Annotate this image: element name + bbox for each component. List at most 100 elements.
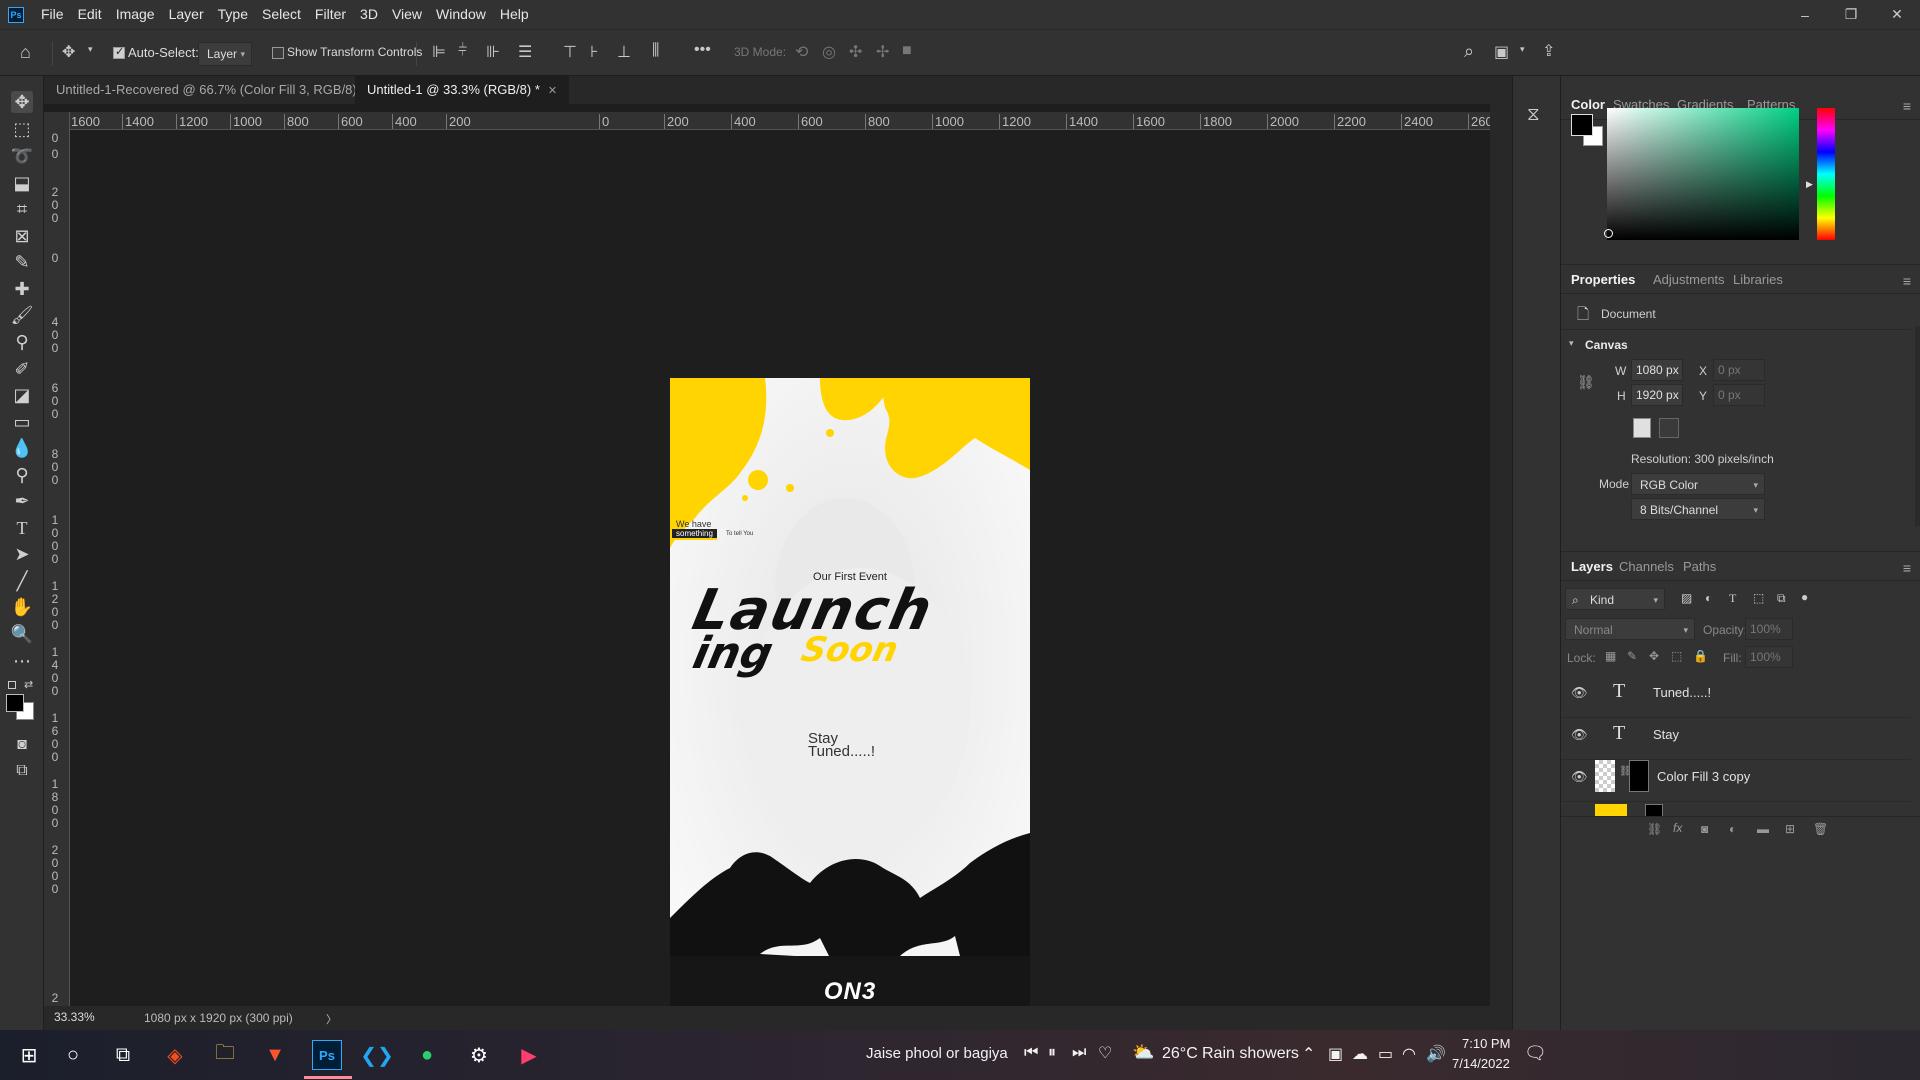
object-select-tool-icon[interactable]: ⬓ [11, 172, 33, 194]
properties-scrollbar[interactable] [1915, 326, 1920, 526]
link-icon[interactable]: ⛓ [1577, 374, 1595, 391]
windows-start-icon[interactable]: ⊞ [14, 1040, 44, 1070]
lock-transparent-icon[interactable]: ▦ [1605, 649, 1616, 663]
menu-help[interactable]: Help [493, 0, 536, 29]
delete-layer-icon[interactable]: 🗑 [1813, 822, 1828, 836]
add-mask-icon[interactable]: ◙ [1701, 822, 1708, 836]
menu-view[interactable]: View [385, 0, 429, 29]
align-middle-icon[interactable]: ⊦ [590, 42, 598, 62]
tab-paths[interactable]: Paths [1683, 552, 1716, 582]
blend-mode-dropdown[interactable]: Normal ▾ [1565, 618, 1695, 640]
menu-filter[interactable]: Filter [308, 0, 353, 29]
status-menu-arrow[interactable]: 〉 [326, 1011, 337, 1027]
quick-mask-icon[interactable]: ◙ [11, 734, 33, 756]
chevron-down-icon[interactable]: ▾ [1569, 338, 1574, 349]
distribute-icon[interactable]: ☰ [518, 42, 532, 62]
menu-file[interactable]: File [34, 0, 71, 29]
panel-menu-icon[interactable]: ≡ [1903, 560, 1911, 576]
more-tools-icon[interactable]: ⋯ [11, 650, 33, 672]
link-layers-icon[interactable]: ⛓ [1647, 822, 1662, 836]
settings-gear-icon[interactable]: ⚙ [464, 1040, 494, 1070]
frame-tool-icon[interactable]: ⊠ [11, 225, 33, 247]
heart-icon[interactable]: ♡ [1098, 1043, 1112, 1063]
zoom-level[interactable]: 33.33% [54, 1010, 95, 1024]
menu-edit[interactable]: Edit [71, 0, 109, 29]
align-center-icon[interactable]: ⫩ [458, 42, 467, 60]
pause-icon[interactable]: ⏸ [1048, 1044, 1056, 1062]
fill-field[interactable]: 100% [1745, 646, 1793, 668]
width-field[interactable]: 1080 px [1631, 359, 1683, 381]
3d-pan-icon[interactable]: ✣ [849, 42, 862, 62]
tab-libraries[interactable]: Libraries [1733, 265, 1783, 295]
vscode-icon[interactable]: ❮❯ [360, 1040, 394, 1070]
visibility-eye-icon[interactable]: 👁 [1571, 769, 1588, 785]
clone-stamp-tool-icon[interactable]: ⚲ [11, 331, 33, 353]
fg-color-chip[interactable] [1571, 114, 1593, 136]
tab-layers[interactable]: Layers [1571, 552, 1613, 582]
previous-track-icon[interactable]: ⏮ [1024, 1044, 1038, 1062]
weather-condition[interactable]: Rain showers [1202, 1045, 1299, 1063]
photoshop-taskbar-icon[interactable]: Ps [312, 1040, 342, 1070]
volume-icon[interactable]: 🔊 [1426, 1044, 1446, 1064]
menu-3d[interactable]: 3D [353, 0, 385, 29]
new-layer-icon[interactable]: ⊞ [1785, 822, 1795, 836]
portrait-orientation-button[interactable] [1633, 418, 1651, 438]
tab-untitled-1[interactable]: Untitled-1 @ 33.3% (RGB/8) * ✕ [355, 76, 570, 104]
align-left-icon[interactable]: ⊫ [432, 42, 446, 62]
crop-tool-icon[interactable]: ⌗ [11, 198, 33, 220]
home-icon[interactable]: ⌂ [20, 42, 31, 63]
y-field[interactable]: 0 px [1713, 384, 1765, 406]
panel-menu-icon[interactable]: ≡ [1903, 98, 1911, 114]
adjustment-filter-icon[interactable]: ◐ [1705, 591, 1712, 605]
align-bottom-icon[interactable]: ⊥ [617, 42, 631, 62]
fx-icon[interactable]: fx [1673, 821, 1682, 835]
gradient-tool-icon[interactable]: ▭ [11, 411, 33, 433]
media-track-title[interactable]: Jaise phool or bagiya [866, 1045, 1008, 1062]
tray-chevron-icon[interactable]: ⌃ [1302, 1044, 1315, 1064]
close-tab-icon[interactable]: ✕ [548, 85, 557, 97]
notifications-icon[interactable]: 🗨 [1524, 1043, 1547, 1064]
landscape-orientation-button[interactable] [1659, 418, 1679, 438]
line-tool-icon[interactable]: ╱ [11, 570, 33, 592]
eyedropper-tool-icon[interactable]: ✎ [11, 251, 33, 273]
pixel-filter-icon[interactable]: ▨ [1681, 591, 1692, 605]
workspace-chevron-icon[interactable]: ▾ [1520, 44, 1525, 55]
horizontal-ruler[interactable]: 1600 1400 1200 1000 800 600 400 200 0 20… [70, 112, 1490, 130]
layer-name[interactable]: Stay [1653, 727, 1679, 742]
eraser-tool-icon[interactable]: ◪ [11, 384, 33, 406]
file-explorer-icon[interactable]: 🗀 [210, 1040, 240, 1070]
height-field[interactable]: 1920 px [1631, 384, 1683, 406]
3d-orbit-icon[interactable]: ⟲ [795, 42, 808, 62]
menu-window[interactable]: Window [429, 0, 493, 29]
vertical-ruler[interactable]: 0 0 200 0 400 600 800 1000 1200 1400 160… [44, 112, 70, 1012]
lock-artboard-icon[interactable]: ⬚ [1671, 649, 1682, 663]
chevron-down-icon[interactable]: ▾ [88, 44, 93, 55]
hue-slider[interactable] [1817, 108, 1835, 240]
share-icon[interactable]: ⇪ [1542, 41, 1555, 61]
layer-name[interactable]: Tuned.....! [1653, 685, 1711, 700]
wifi-icon[interactable]: ◠ [1402, 1044, 1416, 1064]
color-mode-dropdown[interactable]: RGB Color ▾ [1631, 473, 1765, 495]
color-picker-handle[interactable] [1604, 229, 1613, 238]
shape-filter-icon[interactable]: ⬚ [1753, 591, 1764, 605]
brush-tool-icon[interactable]: 🖌 [11, 304, 34, 326]
weather-icon[interactable]: ⛅ [1132, 1042, 1154, 1063]
workspace-icon[interactable]: ▣ [1494, 42, 1509, 62]
blur-tool-icon[interactable]: 💧 [11, 437, 33, 459]
minimize-button[interactable]: – [1782, 0, 1828, 29]
x-field[interactable]: 0 px [1713, 359, 1765, 381]
layer-name[interactable]: Color Fill 3 copy [1657, 769, 1750, 784]
menu-image[interactable]: Image [109, 0, 162, 29]
history-panel-icon[interactable]: ⧖ [1527, 104, 1540, 125]
media-app-icon[interactable]: ▶ [514, 1040, 544, 1070]
zoom-tool-icon[interactable]: 🔍 [11, 623, 33, 645]
type-filter-icon[interactable]: T [1729, 591, 1736, 606]
weather-temperature[interactable]: 26°C [1162, 1045, 1198, 1063]
distribute-vertical-icon[interactable]: ⫼ [652, 42, 659, 60]
auto-select-target-dropdown[interactable]: Layer ▾ [198, 42, 252, 66]
search-circle-icon[interactable]: ○ [58, 1040, 88, 1070]
tab-untitled-1-recovered[interactable]: Untitled-1-Recovered @ 66.7% (Color Fill… [44, 76, 395, 104]
canvas-vertical-scrollbar[interactable] [1490, 104, 1512, 1030]
hue-marker-icon[interactable]: ▶ [1806, 179, 1813, 190]
new-group-icon[interactable]: ▬ [1757, 822, 1769, 836]
